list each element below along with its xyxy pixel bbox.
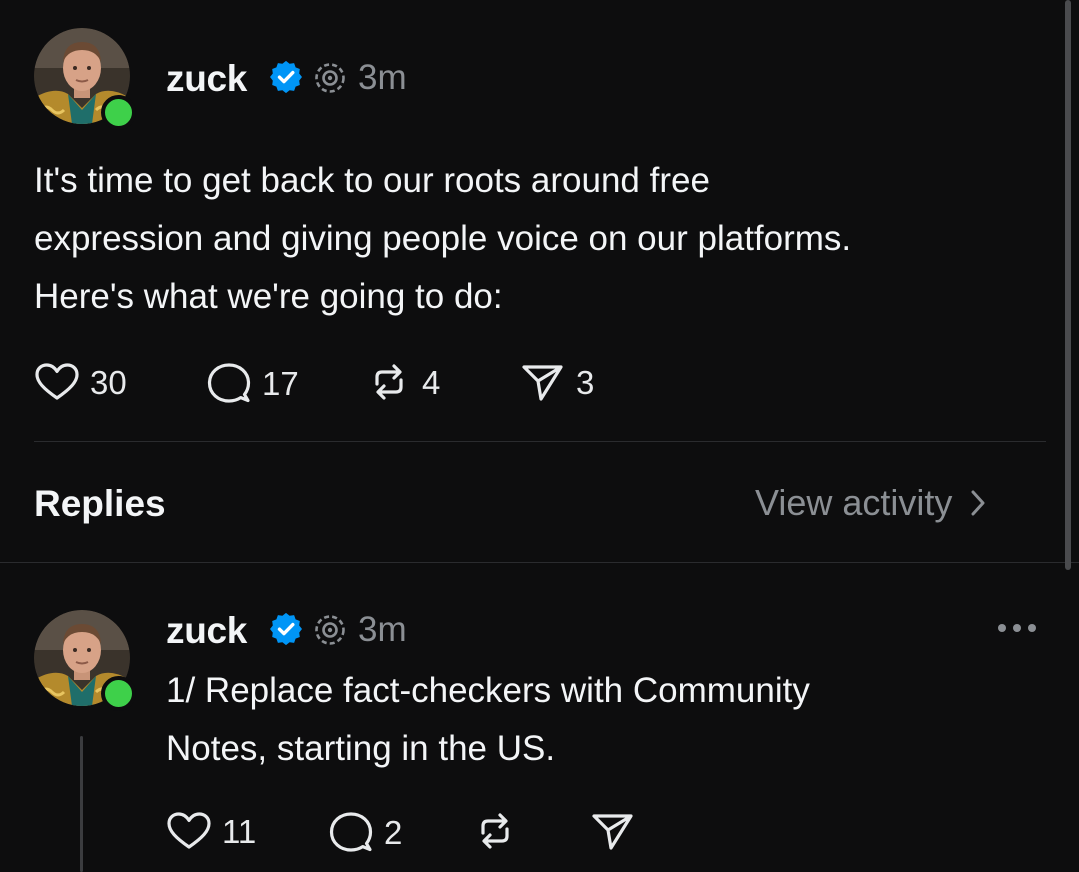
like-button[interactable]: 30 <box>34 362 127 402</box>
online-status-indicator <box>101 95 136 130</box>
send-icon <box>592 814 633 850</box>
like-count: 30 <box>90 363 127 401</box>
like-button[interactable]: 11 <box>166 811 256 851</box>
reply-text-line: Notes, starting in the US. <box>166 729 556 768</box>
post-timestamp: 3m <box>358 58 407 97</box>
threads-logo-icon <box>315 615 345 645</box>
reply-text-line: 1/ Replace fact-checkers with Community <box>166 671 810 710</box>
heart-icon <box>35 363 79 400</box>
reply-username[interactable]: zuck <box>166 612 247 649</box>
repost-button[interactable] <box>472 811 518 851</box>
verified-badge-icon <box>270 613 302 645</box>
comment-bubble-icon <box>207 363 251 403</box>
post-text: It's time to get back to our roots aroun… <box>34 152 851 326</box>
share-button[interactable] <box>590 811 636 851</box>
online-status-indicator <box>101 676 136 711</box>
comment-count: 17 <box>262 364 299 402</box>
send-icon <box>522 365 563 401</box>
scrollbar[interactable] <box>1065 0 1071 570</box>
share-count: 3 <box>576 363 595 401</box>
repost-count: 4 <box>422 363 441 401</box>
comment-count: 2 <box>384 813 403 851</box>
heart-icon <box>167 812 211 849</box>
reply-text: 1/ Replace fact-checkers with Community … <box>166 662 810 778</box>
comment-button[interactable]: 17 <box>206 362 299 404</box>
post-username[interactable]: zuck <box>166 60 247 97</box>
threads-logo-icon <box>315 63 345 93</box>
replies-heading: Replies <box>34 483 166 524</box>
repost-button[interactable]: 4 <box>366 362 440 402</box>
verified-badge-icon <box>270 61 302 93</box>
repost-icon <box>481 813 509 849</box>
view-activity-link[interactable]: View activity <box>755 485 986 521</box>
post-text-line: expression and giving people voice on ou… <box>34 219 852 258</box>
share-button[interactable]: 3 <box>520 362 594 402</box>
thread-connector-line <box>80 736 83 872</box>
chevron-right-icon <box>971 490 985 516</box>
comment-bubble-icon <box>329 812 373 852</box>
view-activity-label: View activity <box>755 482 953 523</box>
post-text-line: Here's what we're going to do: <box>34 277 503 316</box>
post-text-line: It's time to get back to our roots aroun… <box>34 161 710 200</box>
divider <box>34 441 1046 442</box>
reply-timestamp: 3m <box>358 610 407 649</box>
like-count: 11 <box>222 812 257 850</box>
repost-icon <box>375 364 403 400</box>
comment-button[interactable]: 2 <box>328 811 402 853</box>
divider <box>0 562 1079 563</box>
more-dots-icon[interactable] <box>996 620 1038 636</box>
